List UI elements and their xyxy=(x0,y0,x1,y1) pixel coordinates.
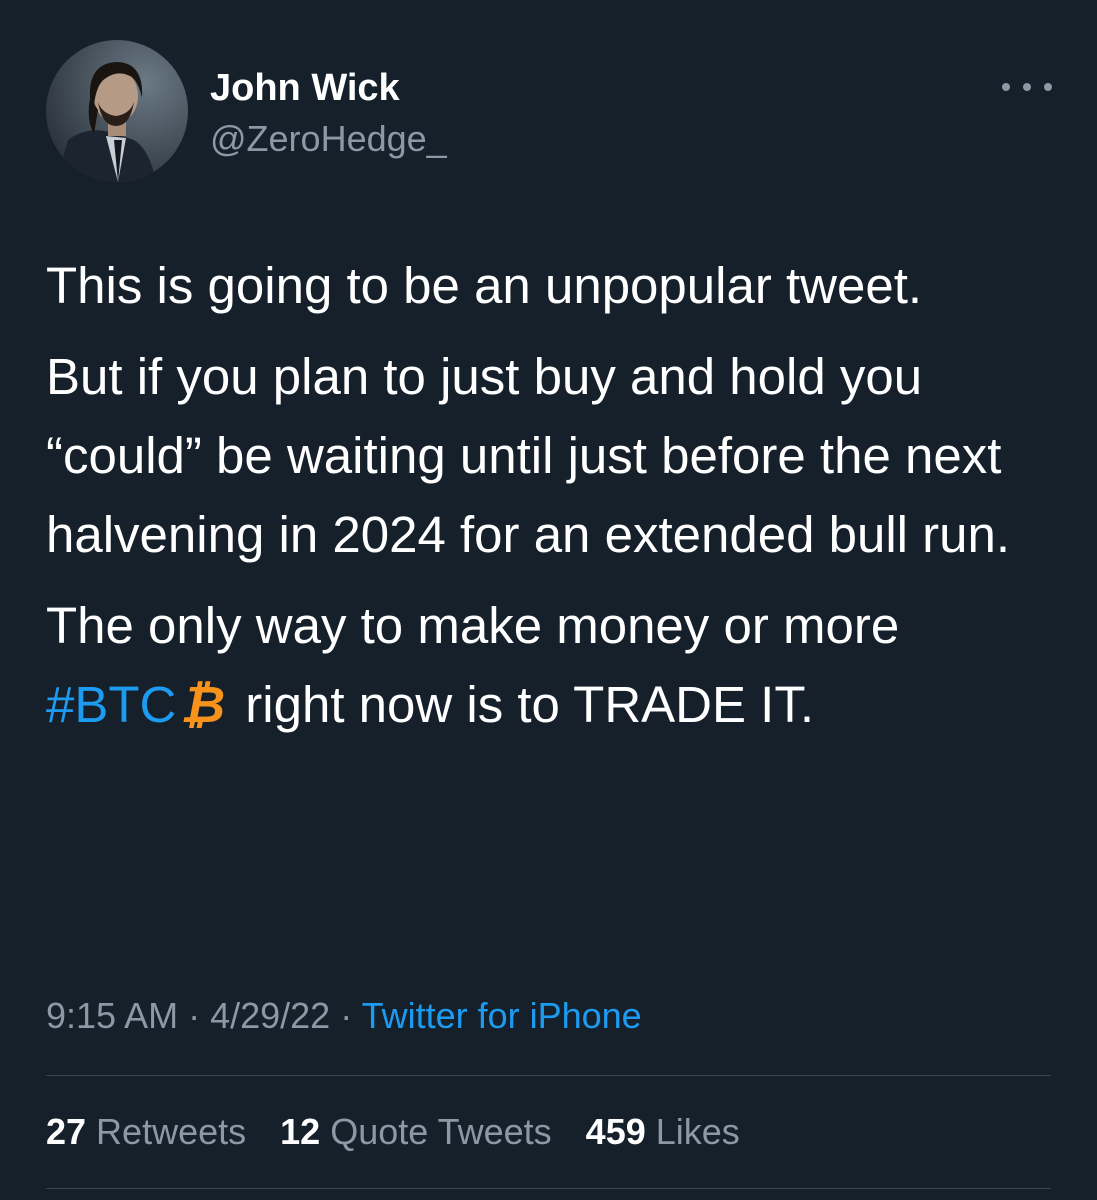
tweet-source-link[interactable]: Twitter for iPhone xyxy=(362,995,642,1036)
hashtag-link[interactable]: #BTC xyxy=(46,676,176,733)
likes-stat[interactable]: 459 Likes xyxy=(586,1111,740,1152)
likes-label: Likes xyxy=(655,1111,740,1152)
divider xyxy=(46,1075,1051,1076)
tweet-paragraph-1: This is going to be an unpopular tweet. xyxy=(46,257,923,314)
tweet-detail: John Wick @ZeroHedge_ This is going to b… xyxy=(0,0,1097,1200)
retweets-count: 27 xyxy=(46,1111,87,1152)
tweet-meta: 9:15 AM · 4/29/22 · Twitter for iPhone xyxy=(46,992,642,1040)
more-dot xyxy=(1002,83,1010,91)
retweets-stat[interactable]: 27 Retweets xyxy=(46,1111,246,1152)
meta-separator: · xyxy=(330,995,362,1036)
tweet-paragraph-2: But if you plan to just buy and hold you… xyxy=(46,348,1011,563)
tweet-paragraph-3: The only way to make money or more #BTC₿… xyxy=(46,586,1056,744)
divider xyxy=(46,1188,1051,1189)
user-handle[interactable]: @ZeroHedge_ xyxy=(210,118,447,160)
tweet-stats: 27 Retweets 12 Quote Tweets 459 Likes xyxy=(46,1108,764,1156)
display-name[interactable]: John Wick xyxy=(210,66,400,110)
tweet-paragraph-3-start: The only way to make money or more xyxy=(46,597,900,654)
tweet-text: This is going to be an unpopular tweet. … xyxy=(46,246,1056,756)
tweet-date[interactable]: 4/29/22 xyxy=(210,995,330,1036)
bitcoin-icon: ₿ xyxy=(180,676,226,733)
tweet-paragraph-3-end: right now is to TRADE IT. xyxy=(245,676,815,733)
quote-tweets-stat[interactable]: 12 Quote Tweets xyxy=(280,1111,552,1152)
avatar[interactable] xyxy=(46,40,188,182)
more-dot xyxy=(1023,83,1031,91)
quote-tweets-count: 12 xyxy=(280,1111,321,1152)
meta-separator: · xyxy=(178,995,211,1036)
retweets-label: Retweets xyxy=(96,1111,247,1152)
more-dot xyxy=(1044,83,1052,91)
likes-count: 459 xyxy=(585,1111,646,1152)
quote-tweets-label: Quote Tweets xyxy=(330,1111,552,1152)
more-options-icon[interactable] xyxy=(1002,72,1052,102)
avatar-image xyxy=(46,40,188,182)
tweet-time[interactable]: 9:15 AM xyxy=(46,995,178,1036)
